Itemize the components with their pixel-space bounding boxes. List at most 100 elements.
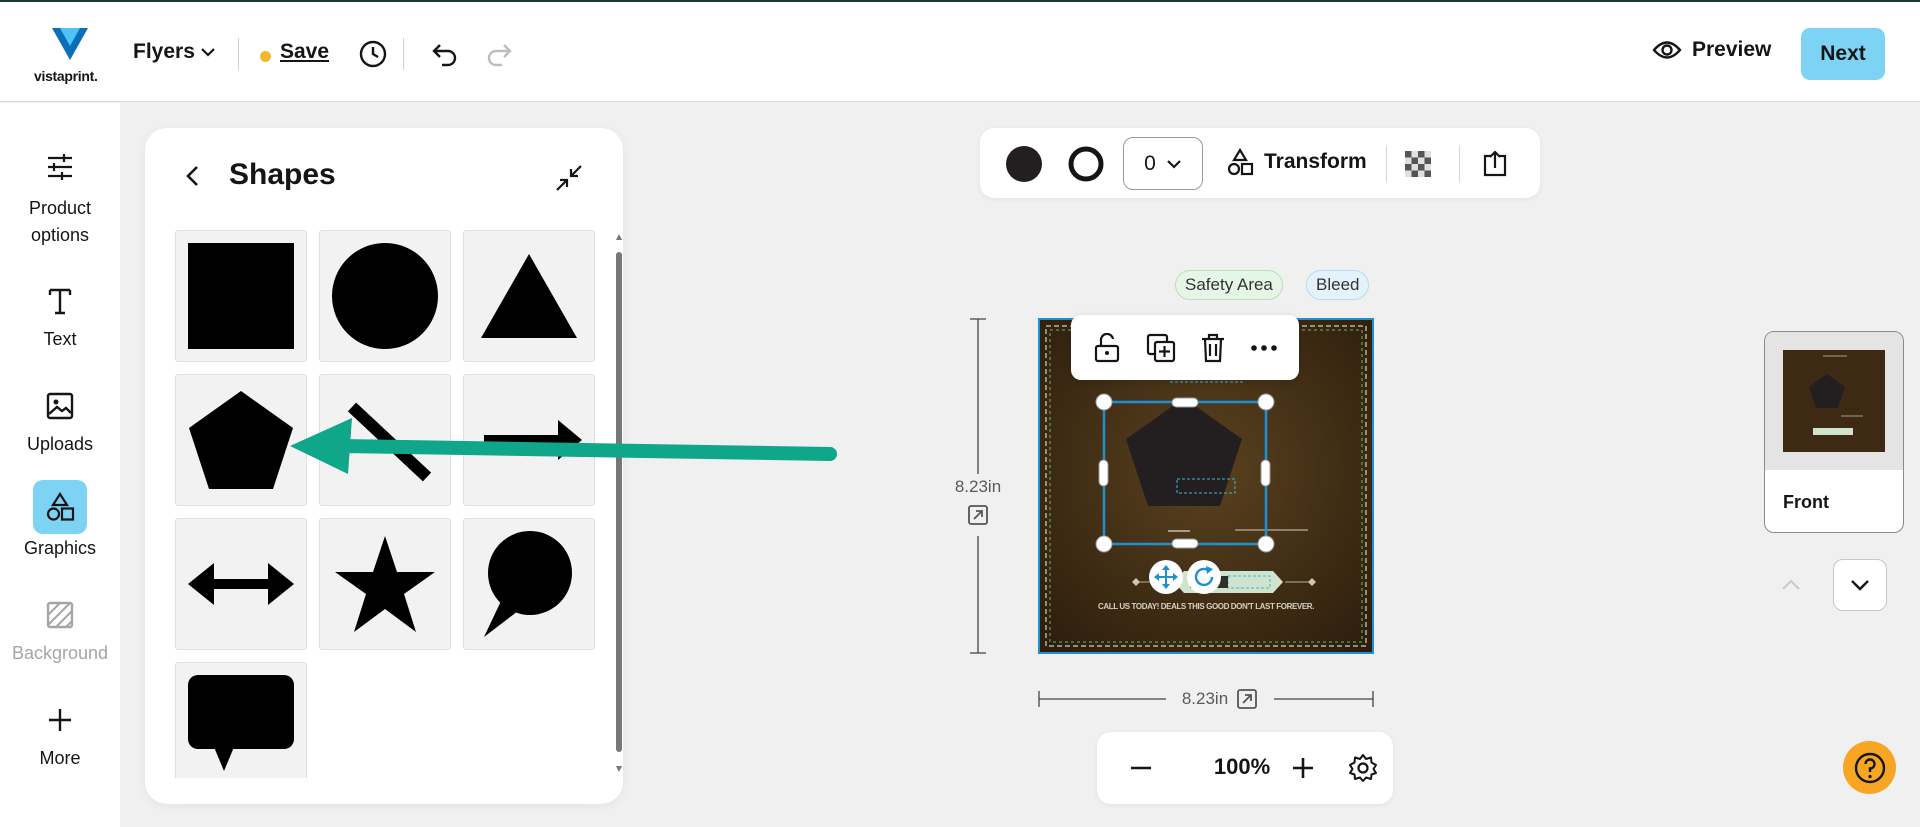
product-dropdown[interactable]: Flyers bbox=[133, 40, 217, 64]
header: vistaprint. Flyers Save Preview Next bbox=[0, 2, 1920, 102]
stroke-width-select[interactable]: 0 bbox=[1123, 137, 1203, 190]
rail-item-text[interactable]: Text bbox=[0, 279, 120, 350]
thumbnail-frame bbox=[1765, 332, 1903, 470]
next-button[interactable]: Next bbox=[1801, 28, 1885, 80]
thumbnail-artwork bbox=[1783, 350, 1885, 452]
preview-label: Preview bbox=[1692, 38, 1772, 61]
double-arrow-shape-icon bbox=[188, 563, 294, 605]
zoom-out-button[interactable] bbox=[1127, 754, 1155, 782]
shape-pentagon[interactable] bbox=[175, 374, 307, 506]
left-rail: Product options Text Uploads Graphics Ba… bbox=[0, 103, 120, 827]
preview-button[interactable]: Preview bbox=[1652, 38, 1771, 62]
shape-triangle[interactable] bbox=[463, 230, 595, 362]
shape-speech-bubble-round[interactable] bbox=[463, 518, 595, 650]
shapes-grid bbox=[175, 230, 595, 778]
rotate-handle[interactable] bbox=[1187, 560, 1221, 594]
fill-color-icon bbox=[1006, 146, 1042, 182]
background-icon bbox=[46, 601, 74, 629]
zoom-level[interactable]: 100% bbox=[1187, 754, 1297, 780]
triangle-shape-icon bbox=[481, 254, 577, 338]
duplicate-button[interactable] bbox=[1146, 333, 1176, 363]
transform-label: Transform bbox=[1264, 150, 1367, 173]
move-handle[interactable] bbox=[1149, 560, 1183, 594]
speech-bubble-rect-icon bbox=[188, 675, 294, 771]
plus-icon bbox=[49, 709, 71, 731]
circle-shape-icon bbox=[332, 243, 438, 349]
redo-icon bbox=[487, 44, 512, 67]
vistaprint-logo[interactable]: vistaprint. bbox=[34, 26, 108, 86]
shape-double-arrow[interactable] bbox=[175, 518, 307, 650]
safety-area-toggle[interactable]: Safety Area bbox=[1175, 270, 1283, 300]
bleed-toggle[interactable]: Bleed bbox=[1306, 270, 1370, 300]
delete-button[interactable] bbox=[1200, 333, 1226, 363]
page-label: Front bbox=[1783, 492, 1829, 512]
shape-speech-bubble-rect[interactable] bbox=[175, 662, 307, 778]
shape-star[interactable] bbox=[319, 518, 451, 650]
more-options-button[interactable] bbox=[1250, 344, 1277, 352]
rail-item-label: Graphics bbox=[23, 538, 97, 558]
panel-scrollbar[interactable] bbox=[616, 234, 622, 774]
shape-circle[interactable] bbox=[319, 230, 451, 362]
rail-item-more[interactable]: More bbox=[0, 698, 120, 769]
page-up-button[interactable] bbox=[1764, 559, 1818, 611]
save-button[interactable]: Save bbox=[280, 40, 329, 64]
rail-item-label: Product options bbox=[28, 198, 92, 245]
duplicate-icon bbox=[1146, 333, 1175, 362]
plus-icon bbox=[1293, 758, 1313, 778]
stroke-color-icon bbox=[1068, 146, 1104, 182]
page-down-button[interactable] bbox=[1833, 559, 1887, 611]
unlock-button[interactable] bbox=[1093, 332, 1121, 363]
help-button[interactable] bbox=[1843, 741, 1896, 794]
vistaprint-logo-icon bbox=[52, 28, 88, 60]
rail-item-label: More bbox=[39, 748, 81, 768]
rail-item-product-options[interactable]: Product options bbox=[0, 145, 120, 249]
unlock-icon bbox=[1095, 332, 1120, 362]
rail-item-graphics[interactable]: Graphics bbox=[0, 480, 120, 559]
panel-title: Shapes bbox=[229, 158, 336, 191]
history-button[interactable] bbox=[355, 36, 391, 72]
sliders-icon bbox=[48, 154, 72, 180]
shape-square[interactable] bbox=[175, 230, 307, 362]
stroke-color-button[interactable] bbox=[1067, 145, 1105, 183]
zoom-in-button[interactable] bbox=[1289, 754, 1317, 782]
chevron-up-icon bbox=[1782, 579, 1800, 590]
move-icon bbox=[1154, 565, 1178, 589]
width-dimension[interactable]: 8.23in bbox=[1166, 686, 1274, 712]
pentagon-shape-icon bbox=[189, 391, 293, 489]
trash-icon bbox=[1202, 333, 1225, 362]
chevron-down-icon bbox=[1851, 580, 1869, 591]
back-button[interactable] bbox=[183, 164, 203, 193]
scroll-up-icon bbox=[616, 234, 622, 240]
page-thumbnail-front[interactable]: Front bbox=[1764, 331, 1904, 533]
gear-icon bbox=[1349, 754, 1377, 782]
fill-color-button[interactable] bbox=[1005, 145, 1043, 183]
collapse-panel-button[interactable] bbox=[555, 164, 583, 197]
scrollbar-thumb[interactable] bbox=[616, 252, 622, 752]
redo-button[interactable] bbox=[481, 36, 517, 72]
undo-button[interactable] bbox=[427, 36, 463, 72]
shapes-icon bbox=[1227, 148, 1254, 176]
transparency-button[interactable] bbox=[1404, 150, 1432, 178]
header-divider bbox=[403, 38, 404, 70]
minus-icon bbox=[1131, 766, 1151, 770]
arrange-button[interactable] bbox=[1479, 148, 1511, 180]
rail-item-label: Text bbox=[43, 329, 77, 349]
shape-toolbar: 0 Transform bbox=[980, 128, 1540, 198]
chevron-down-icon bbox=[201, 48, 215, 57]
height-dimension[interactable]: 8.23in bbox=[944, 474, 1012, 536]
image-icon bbox=[46, 392, 74, 420]
transform-button[interactable]: Transform bbox=[1226, 148, 1367, 176]
clock-icon bbox=[359, 40, 387, 68]
chevron-down-icon bbox=[1167, 159, 1181, 169]
collapse-icon bbox=[556, 165, 582, 191]
rail-item-background[interactable]: Background bbox=[0, 593, 120, 664]
help-icon bbox=[1854, 752, 1885, 783]
zoom-settings-button[interactable] bbox=[1347, 752, 1379, 784]
rail-item-uploads[interactable]: Uploads bbox=[0, 384, 120, 455]
square-shape-icon bbox=[188, 243, 294, 349]
rail-item-label: Background bbox=[11, 643, 109, 663]
stroke-width-value: 0 bbox=[1144, 151, 1156, 175]
unsaved-indicator bbox=[260, 51, 271, 62]
height-label: 8.23in bbox=[954, 477, 1002, 496]
annotation-arrow bbox=[290, 418, 837, 474]
